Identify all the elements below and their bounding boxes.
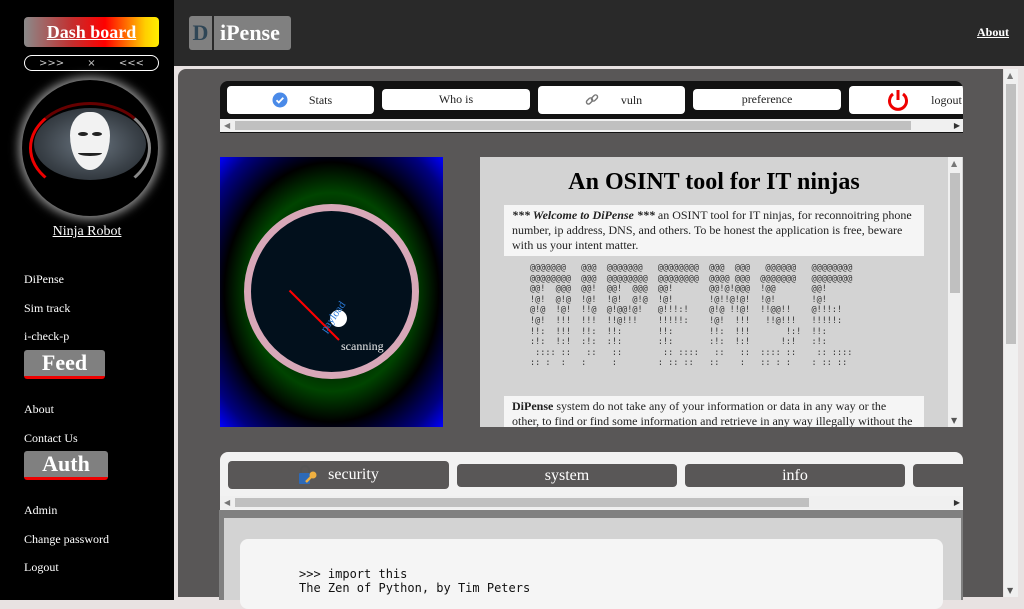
top-bar: D iPense About — [174, 0, 1024, 66]
lock-key-icon — [299, 465, 317, 484]
tab-preference-label: preference — [741, 92, 793, 106]
tab-vuln-label: vuln — [620, 92, 643, 107]
tab-who-is[interactable]: Who is — [382, 89, 530, 110]
info-scrollbar[interactable]: ▲ ▼ — [948, 157, 962, 427]
scrollbar-thumb[interactable] — [950, 173, 960, 293]
collapse-toggle[interactable]: <<< — [119, 58, 144, 69]
close-icon[interactable]: × — [87, 58, 95, 69]
dashboard-button[interactable]: Dash board — [24, 17, 159, 47]
tab-info[interactable]: info — [685, 464, 905, 487]
scrollbar-thumb[interactable] — [235, 121, 911, 130]
sidebar-toggle[interactable]: >>> × <<< — [24, 55, 159, 71]
sidebar-item-change-password[interactable]: Change password — [24, 532, 109, 547]
tab-who-is-label: Who is — [438, 92, 474, 106]
tab-info-label: info — [782, 466, 808, 484]
user-name-link[interactable]: Ninja Robot — [0, 224, 174, 240]
tab-system-label: system — [544, 466, 590, 484]
sidebar-item-contact-us[interactable]: Contact Us — [24, 431, 78, 446]
python-console-output: >>> import this The Zen of Python, by Ti… — [240, 539, 943, 609]
about-link[interactable]: About — [977, 25, 1009, 40]
radar-dial: payload scanning — [244, 204, 419, 379]
scrollbar-thumb[interactable] — [1006, 84, 1016, 344]
disclaimer-text: system do not take any of your informati… — [512, 399, 913, 427]
sidebar-item-dipense[interactable]: DiPense — [24, 272, 64, 287]
avatar — [22, 80, 158, 216]
tab-system[interactable]: system — [457, 464, 677, 487]
sidebar-item-i-check-p[interactable]: i-check-p — [24, 329, 69, 344]
radar-status: scanning — [341, 339, 384, 353]
info-panel: An OSINT tool for IT ninjas *** Welcome … — [480, 157, 963, 427]
intro-bold: *** Welcome to DiPense *** — [512, 208, 655, 222]
tab-security[interactable]: security — [228, 461, 449, 489]
progress-arc-grey — [29, 102, 151, 194]
power-icon — [888, 90, 908, 111]
expand-toggle[interactable]: >>> — [39, 58, 64, 69]
info-title: An OSINT tool for IT ninjas — [568, 169, 860, 195]
intro-paragraph: *** Welcome to DiPense *** an OSINT tool… — [504, 205, 924, 256]
link-icon — [585, 94, 599, 105]
disclaimer-paragraph: DiPense system do not take any of your i… — [504, 396, 924, 427]
app-logo[interactable]: D iPense — [189, 16, 291, 50]
top-tabs-scrollbar[interactable]: ◀ ▶ — [220, 119, 963, 132]
check-circle-icon — [272, 92, 288, 108]
ascii-art-logo: @@@@@@@ @@@ @@@@@@@ @@@@@@@@ @@@ @@@ @@@… — [530, 263, 853, 369]
bottom-tab-bar: security system info ◀ ▶ — [220, 452, 963, 510]
tab-security-label: security — [328, 466, 379, 483]
disclaimer-bold: DiPense — [512, 399, 554, 413]
sidebar-item-admin[interactable]: Admin — [24, 503, 57, 518]
auth-heading: Auth — [24, 451, 108, 480]
tab-stats-label: Stats — [308, 92, 333, 107]
feed-heading: Feed — [24, 350, 105, 379]
tab-logout[interactable]: logout — [849, 86, 963, 114]
bottom-tabs-scrollbar[interactable]: ◀ ▶ — [220, 496, 963, 509]
console-panel: >>> import this The Zen of Python, by Ti… — [224, 518, 961, 609]
page-scrollbar[interactable]: ▲ ▼ — [1004, 69, 1018, 597]
scrollbar-thumb[interactable] — [235, 498, 809, 507]
tab-logout-label: logout — [931, 92, 962, 107]
logo-letter: D — [189, 16, 214, 50]
tab-vuln[interactable]: vuln — [538, 86, 685, 114]
tab-preference[interactable]: preference — [693, 89, 841, 110]
sidebar-item-logout[interactable]: Logout — [24, 560, 59, 575]
sidebar-item-sim-track[interactable]: Sim track — [24, 301, 70, 316]
radar-panel: payload scanning — [220, 157, 443, 427]
tab-more[interactable] — [913, 464, 963, 487]
sidebar-item-about[interactable]: About — [24, 402, 54, 417]
logo-text: iPense — [220, 20, 280, 45]
tab-stats[interactable]: Stats — [227, 86, 374, 114]
top-tab-bar: Stats Who is vuln preference logout ◀ ▶ — [220, 81, 963, 133]
sidebar: Dash board >>> × <<< Ninja Robot DiPense… — [0, 0, 174, 600]
